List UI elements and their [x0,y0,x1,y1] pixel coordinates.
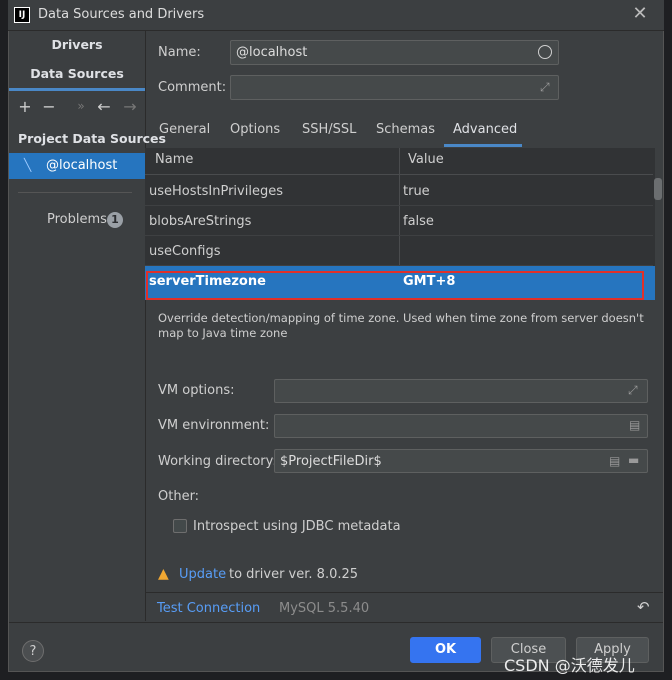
name-value: @localhost [236,45,308,60]
comment-input[interactable] [230,75,559,100]
section-title: Project Data Sources [18,131,166,146]
vm-options-input[interactable] [274,379,648,403]
help-button[interactable]: ? [22,640,44,662]
table-scrollbar[interactable] [654,178,662,200]
warning-icon: ▲ [158,566,169,582]
tab-active-indicator [444,144,522,147]
folder-icon[interactable]: ▬ [628,453,639,467]
revert-icon[interactable]: ↶ [637,598,650,616]
datasource-icon: ╲ [24,158,32,172]
tab-general[interactable]: General [159,122,210,137]
working-directory-label: Working directory: [158,454,277,469]
ok-button[interactable]: OK [410,637,481,663]
tab-schemas[interactable]: Schemas [376,122,435,137]
column-header-name[interactable]: Name [155,148,193,174]
update-driver-link[interactable]: Update [179,567,226,582]
row-name: useHostsInPrivileges [149,184,283,199]
introspect-label: Introspect using JDBC metadata [193,519,401,534]
divider [18,192,132,193]
tab-active-indicator [9,88,145,91]
vm-environment-input[interactable] [274,414,648,438]
tab-ssh-ssl[interactable]: SSH/SSL [302,122,356,137]
name-label: Name: [158,45,201,60]
row-name: useConfigs [149,244,221,259]
expand-icon[interactable]: ⤢ [540,80,550,95]
highlight-annotation [146,271,644,300]
footer-divider [145,592,663,593]
document-icon[interactable]: ▤ [609,454,620,468]
color-circle-icon[interactable] [538,45,552,59]
window-title: Data Sources and Drivers [38,7,205,22]
vm-environment-label: VM environment: [158,418,270,433]
table-row[interactable] [145,236,653,266]
db-version: MySQL 5.5.40 [279,601,370,616]
problems-link[interactable]: Problems [47,212,107,227]
tab-data-sources[interactable]: Data Sources [9,66,145,81]
row-name: blobsAreStrings [149,214,252,229]
row-value: false [403,214,434,229]
forward-arrow-icon[interactable]: → [121,97,139,116]
more-icon[interactable]: » [72,99,90,113]
tab-advanced[interactable]: Advanced [453,122,517,137]
app-logo-icon: IJ [14,7,30,23]
watermark: CSDN @沃德发儿 [504,656,635,675]
test-connection-link[interactable]: Test Connection [157,601,260,616]
document-icon[interactable]: ▤ [629,418,640,432]
left-pane [9,31,146,621]
close-icon[interactable]: ✕ [630,4,650,24]
vm-options-label: VM options: [158,383,235,398]
working-directory-value: $ProjectFileDir$ [280,454,382,469]
property-description: Override detection/mapping of time zone.… [158,311,644,340]
tab-options[interactable]: Options [230,122,280,137]
column-header-value[interactable]: Value [408,148,444,174]
tab-drivers[interactable]: Drivers [9,37,145,52]
problems-count-badge: 1 [107,212,123,228]
introspect-checkbox[interactable] [173,519,187,533]
add-icon[interactable]: + [16,97,34,116]
comment-label: Comment: [158,80,227,95]
bottom-divider [9,622,663,623]
row-value: true [403,184,430,199]
list-item-label: @localhost [46,158,118,173]
update-driver-text: to driver ver. 8.0.25 [229,567,359,582]
expand-icon[interactable]: ⤢ [628,383,638,398]
other-label: Other: [158,489,200,504]
back-arrow-icon[interactable]: ← [95,97,113,116]
remove-icon[interactable]: − [40,97,58,116]
